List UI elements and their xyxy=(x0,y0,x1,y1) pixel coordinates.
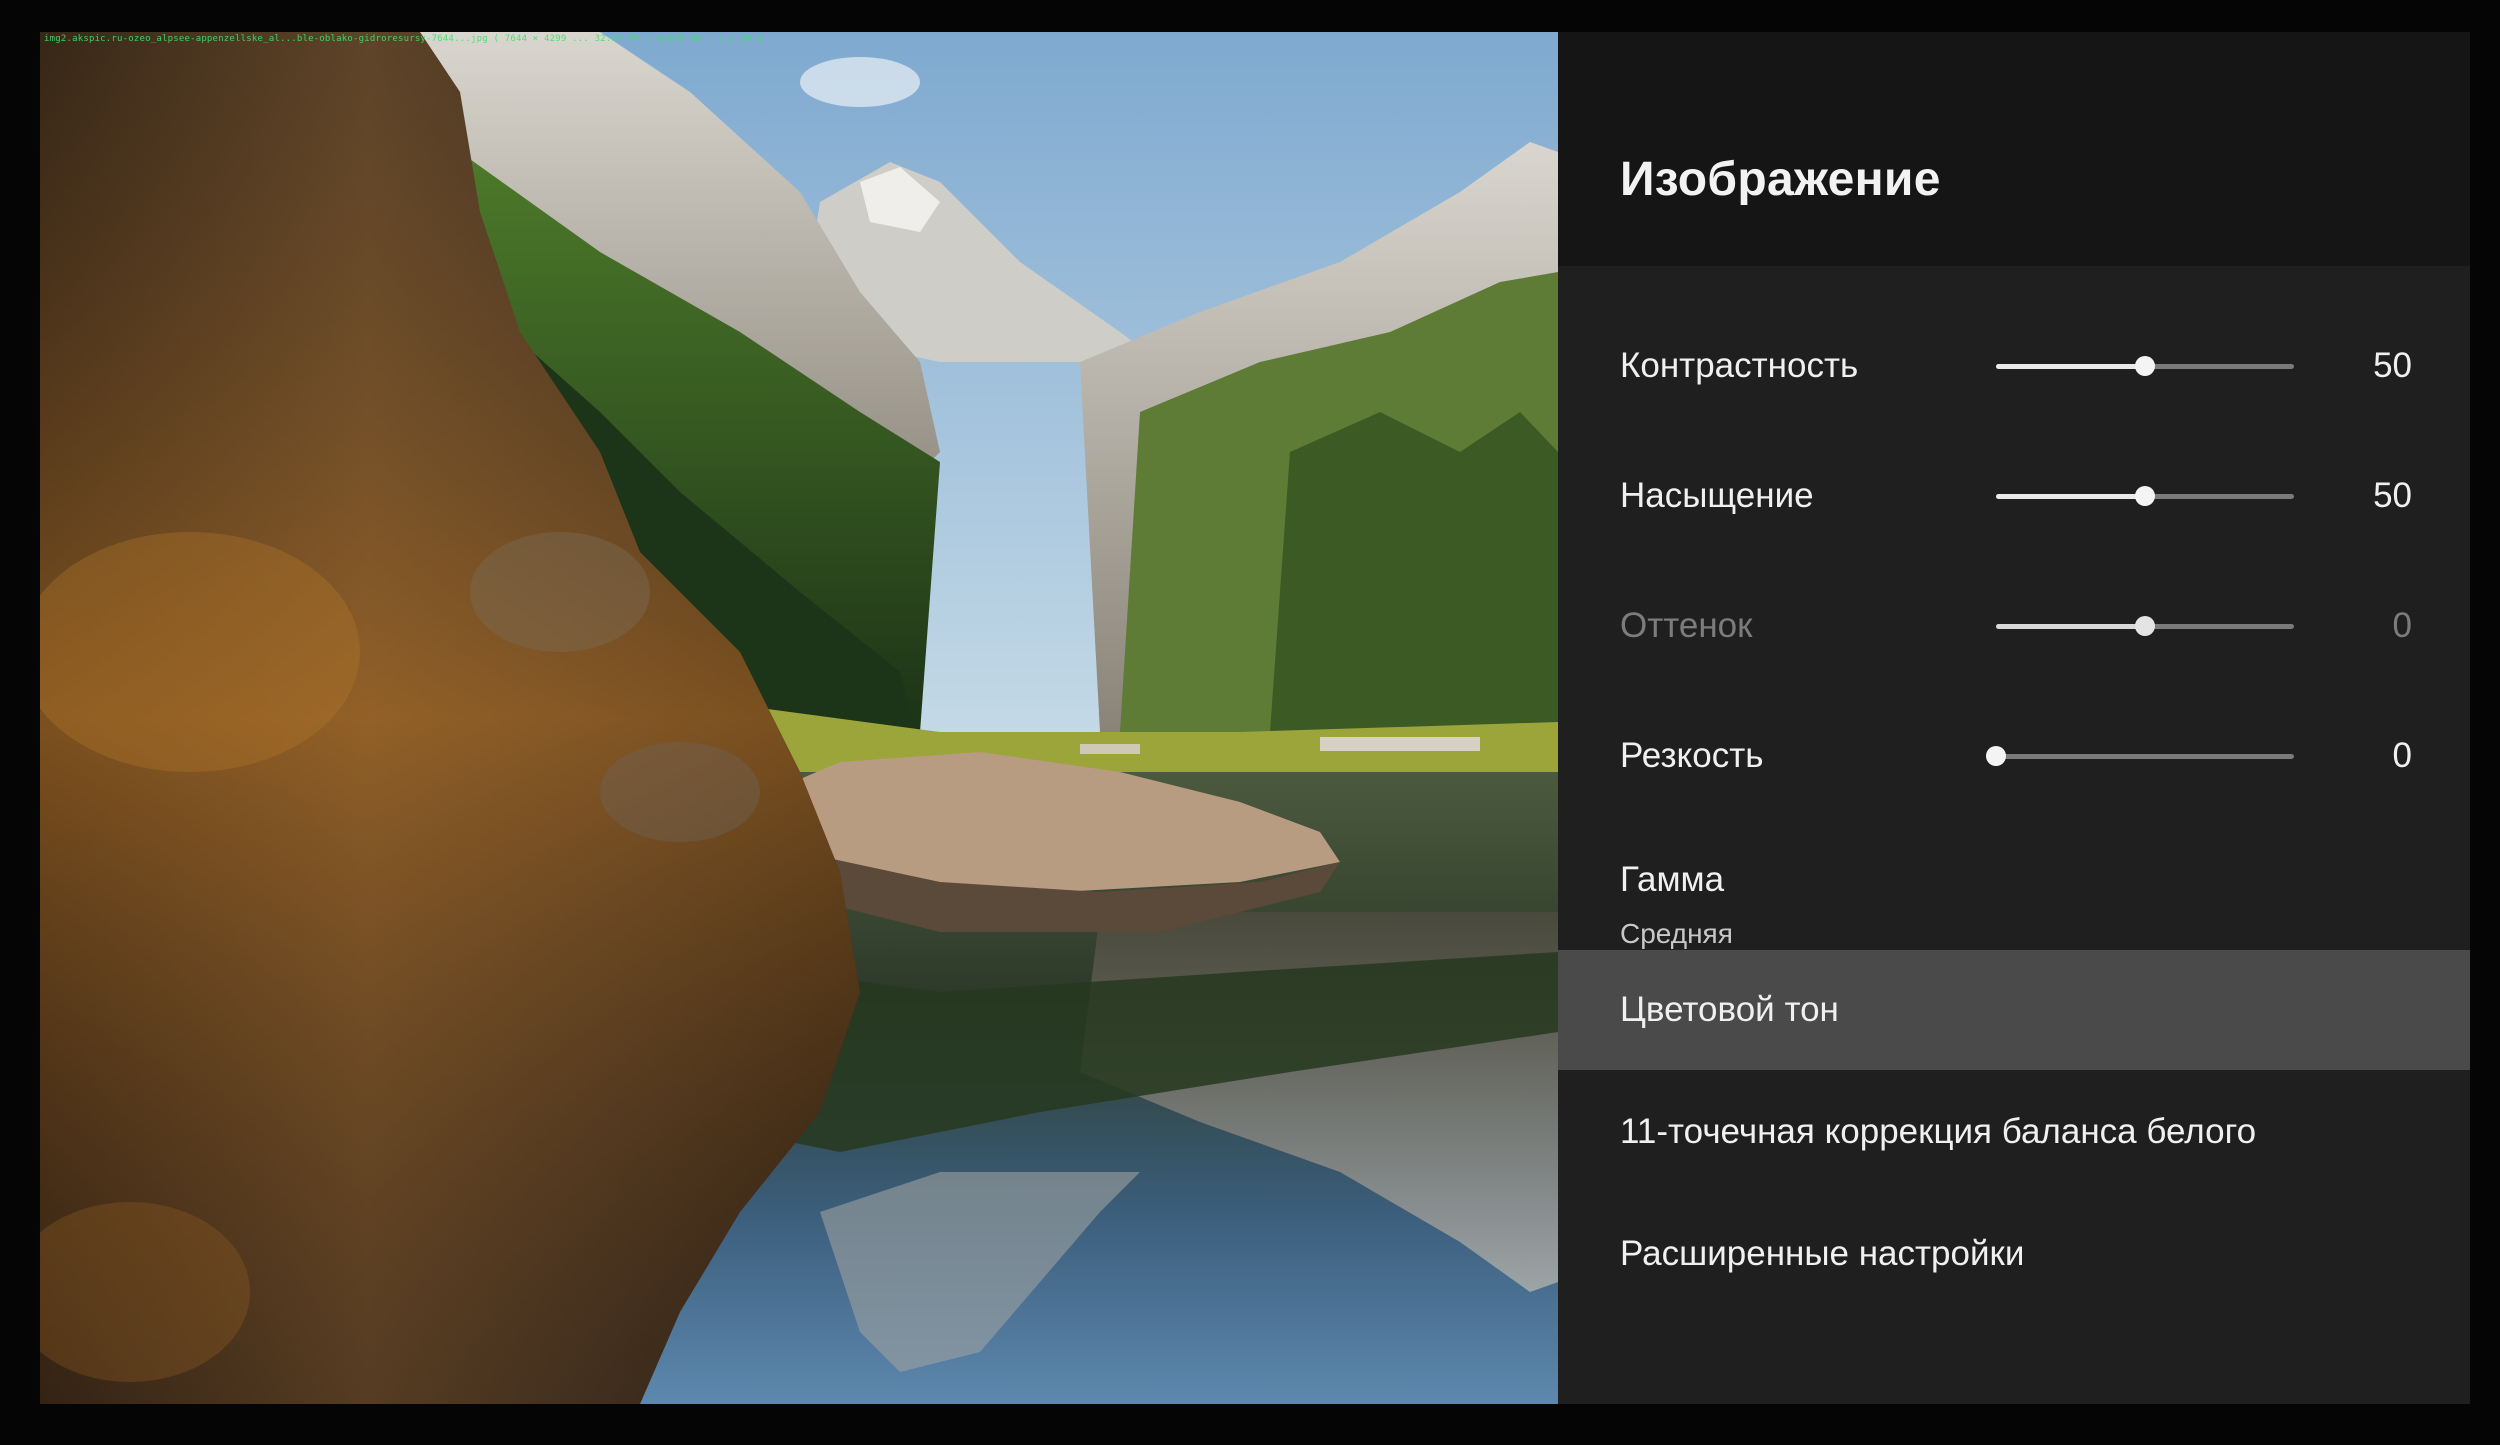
setting-label: Контрастность xyxy=(1620,346,1859,385)
slider-knob[interactable] xyxy=(2135,356,2155,376)
setting-white-balance[interactable]: 11-точечная коррекция баланса белого xyxy=(1558,1072,2470,1192)
setting-label: Гамма xyxy=(1620,860,1725,899)
setting-label: Насыщение xyxy=(1620,476,1814,515)
setting-label: Расширенные настройки xyxy=(1620,1234,2025,1273)
background-photo: img2.akspic.ru-ozeo_alpsee-appenzellske_… xyxy=(40,32,1558,1404)
setting-value: 50 xyxy=(2373,346,2412,385)
setting-hue: Оттенок 0 xyxy=(1558,572,2470,682)
panel-header: Изображение xyxy=(1558,32,2470,266)
setting-saturation[interactable]: Насыщение 50 xyxy=(1558,442,2470,552)
sharpness-slider[interactable] xyxy=(1986,746,2294,766)
setting-label: Резкость xyxy=(1620,736,1764,775)
panel-title: Изображение xyxy=(1620,153,1941,206)
slider-fill xyxy=(1996,494,2145,499)
setting-value: 50 xyxy=(2373,476,2412,515)
slider-knob[interactable] xyxy=(1986,746,2006,766)
setting-contrast[interactable]: Контрастность 50 xyxy=(1558,312,2470,422)
tv-screen: img2.akspic.ru-ozeo_alpsee-appenzellske_… xyxy=(40,32,2470,1404)
image-info-bar: img2.akspic.ru-ozeo_alpsee-appenzellske_… xyxy=(44,34,764,44)
setting-label: Цветовой тон xyxy=(1620,990,1839,1029)
slider-fill xyxy=(1996,364,2145,369)
setting-current-value: Средняя xyxy=(1620,918,1733,949)
mountain-lake-image xyxy=(40,32,1558,1404)
setting-value: 0 xyxy=(2392,736,2412,775)
hue-slider xyxy=(1996,616,2294,636)
picture-settings-panel: Изображение Контрастность 50 Насыщение 5… xyxy=(1558,32,2470,1404)
setting-label: 11-точечная коррекция баланса белого xyxy=(1620,1112,2257,1151)
setting-sharpness[interactable]: Резкость 0 xyxy=(1558,702,2470,812)
setting-value: 0 xyxy=(2392,606,2412,645)
setting-color-tone[interactable]: Цветовой тон xyxy=(1558,950,2470,1070)
slider-knob[interactable] xyxy=(2135,486,2155,506)
setting-label: Оттенок xyxy=(1620,606,1753,645)
saturation-slider[interactable] xyxy=(1996,486,2294,506)
slider-fill xyxy=(1996,624,2145,629)
setting-advanced[interactable]: Расширенные настройки xyxy=(1558,1194,2470,1314)
slider-knob xyxy=(2135,616,2155,636)
contrast-slider[interactable] xyxy=(1996,356,2294,376)
